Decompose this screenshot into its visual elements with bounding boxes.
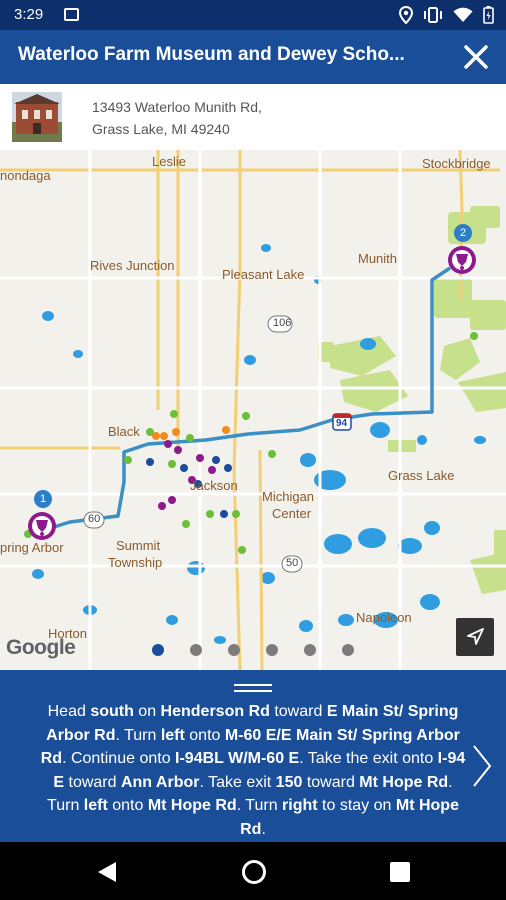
label-pleasant-lake: Pleasant Lake bbox=[222, 267, 305, 282]
label-summit: Summit bbox=[116, 538, 161, 553]
label-leslie: Leslie bbox=[152, 154, 186, 169]
address-line-1: 13493 Waterloo Munith Rd, bbox=[92, 99, 262, 115]
origin-marker bbox=[28, 512, 56, 540]
directions-panel: Head south on Henderson Rd toward E Main… bbox=[0, 670, 506, 842]
shield-m60: 60 bbox=[88, 513, 101, 525]
page-dot[interactable] bbox=[304, 644, 316, 656]
location-icon bbox=[399, 6, 413, 24]
direction-emphasis: right bbox=[282, 797, 318, 814]
google-logo: Google bbox=[6, 636, 76, 659]
label-center: Center bbox=[272, 506, 312, 521]
page-title: Waterloo Farm Museum and Dewey Scho... bbox=[18, 44, 405, 65]
place-thumbnail[interactable] bbox=[12, 92, 62, 142]
page-indicator bbox=[152, 644, 354, 656]
my-location-button[interactable] bbox=[456, 618, 494, 656]
vibrate-icon bbox=[424, 7, 442, 23]
direction-text-part: toward bbox=[64, 773, 121, 791]
home-icon[interactable] bbox=[242, 860, 266, 884]
label-munith: Munith bbox=[358, 251, 398, 266]
recents-icon[interactable] bbox=[390, 862, 410, 882]
direction-text-part: onto bbox=[107, 797, 148, 814]
label-township: Township bbox=[108, 555, 163, 570]
label-stockbridge: Stockbridge bbox=[422, 156, 491, 171]
direction-emphasis: Henderson Rd bbox=[160, 703, 270, 720]
direction-text-part: . Take the exit onto bbox=[299, 750, 438, 767]
place-info: 13493 Waterloo Munith Rd, Grass Lake, MI… bbox=[0, 84, 506, 150]
chevron-right-icon[interactable] bbox=[470, 742, 494, 790]
navigation-arrow-icon bbox=[467, 628, 484, 645]
marker-number-1[interactable]: 1 bbox=[34, 490, 52, 508]
marker-number-2[interactable]: 2 bbox=[454, 224, 472, 242]
direction-text-part: toward bbox=[269, 703, 327, 720]
map-view[interactable]: 106 94 60 50 Leslie Stockbridge nondaga … bbox=[0, 150, 506, 670]
image-icon bbox=[64, 8, 79, 21]
label-spring-arbor: pring Arbor bbox=[0, 540, 64, 555]
status-bar: 3:29 bbox=[0, 0, 506, 30]
label-michigan: Michigan bbox=[262, 489, 315, 504]
direction-text-part: to stay on bbox=[317, 797, 396, 814]
page-dot[interactable] bbox=[228, 644, 240, 656]
direction-text-part: on bbox=[133, 703, 161, 720]
page-dot[interactable] bbox=[152, 644, 164, 656]
page-dot[interactable] bbox=[266, 644, 278, 656]
direction-text-part: . Continue onto bbox=[62, 750, 176, 767]
direction-text-part: . Take exit bbox=[199, 773, 276, 791]
shield-i94: 94 bbox=[336, 418, 348, 429]
direction-emphasis: left bbox=[83, 797, 108, 814]
direction-text-part: . Turn bbox=[236, 797, 283, 814]
direction-emphasis: Ann Arbor bbox=[120, 773, 200, 791]
destination-marker bbox=[448, 246, 476, 274]
direction-emphasis: I-94BL W/M-60 E bbox=[175, 750, 300, 767]
directions-text: Head south on Henderson Rd toward E Main… bbox=[40, 700, 466, 841]
shield-m106: 106 bbox=[273, 317, 292, 329]
direction-text-part: . Turn bbox=[115, 726, 161, 744]
shield-m50: 50 bbox=[286, 557, 299, 569]
map-base bbox=[0, 150, 506, 670]
direction-text-part: onto bbox=[184, 726, 225, 744]
battery-icon bbox=[483, 6, 494, 24]
wifi-icon bbox=[453, 7, 473, 22]
label-rives-junction: Rives Junction bbox=[90, 258, 175, 273]
route-shields bbox=[83, 315, 352, 573]
direction-emphasis: left bbox=[160, 726, 185, 744]
label-napoleon: Napoleon bbox=[356, 610, 412, 625]
direction-emphasis: 150 bbox=[275, 773, 303, 791]
label-grass-lake: Grass Lake bbox=[388, 468, 455, 483]
label-onandaga: nondaga bbox=[0, 168, 51, 183]
label-blackman: Black bbox=[108, 424, 140, 439]
address-line-2: Grass Lake, MI 49240 bbox=[92, 121, 230, 137]
direction-text-part: . bbox=[261, 820, 266, 838]
direction-text-part: Head bbox=[47, 703, 91, 720]
system-nav-bar bbox=[0, 842, 506, 900]
label-jackson: Jackson bbox=[190, 478, 238, 493]
page-dot[interactable] bbox=[342, 644, 354, 656]
status-time: 3:29 bbox=[14, 6, 44, 23]
direction-emphasis: south bbox=[90, 703, 134, 720]
status-icons bbox=[399, 6, 494, 24]
app-bar: Waterloo Farm Museum and Dewey Scho... bbox=[0, 30, 506, 84]
direction-text-part: toward bbox=[302, 773, 360, 791]
drag-handle[interactable] bbox=[234, 684, 272, 694]
direction-emphasis: Mt Hope Rd bbox=[147, 797, 237, 814]
close-icon[interactable] bbox=[460, 41, 492, 73]
back-icon[interactable] bbox=[96, 860, 118, 884]
page-dot[interactable] bbox=[190, 644, 202, 656]
direction-emphasis: Mt Hope Rd bbox=[359, 773, 449, 791]
address: 13493 Waterloo Munith Rd, Grass Lake, MI… bbox=[92, 96, 262, 140]
